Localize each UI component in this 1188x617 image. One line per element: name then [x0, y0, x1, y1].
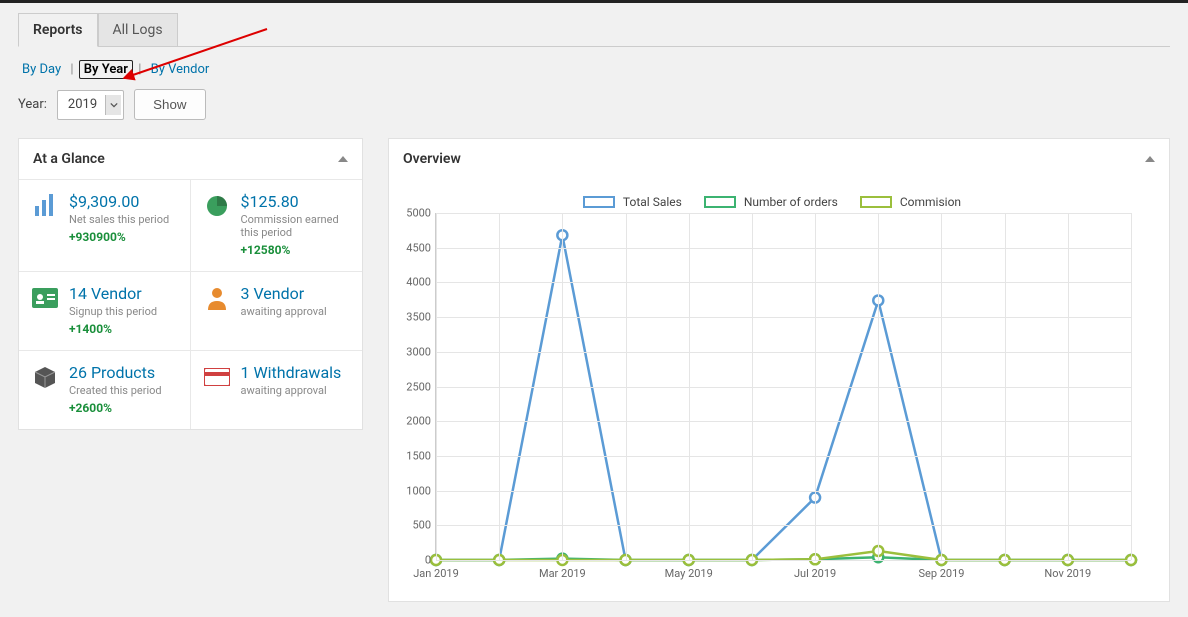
x-tick: Mar 2019	[539, 567, 586, 580]
glance-cell[interactable]: $125.80 Commission earned this period +125…	[191, 179, 363, 271]
tab-all-logs[interactable]: All Logs	[98, 13, 178, 47]
panel-title: At a Glance	[33, 151, 105, 167]
glance-delta: +2600%	[69, 401, 162, 415]
filter-by-day[interactable]: By Day	[18, 60, 65, 79]
tab-reports[interactable]: Reports	[18, 13, 98, 47]
y-tick: 1000	[396, 484, 431, 497]
glance-delta: +1400%	[69, 322, 157, 336]
chart-legend: Total Sales Number of orders Commision	[393, 189, 1151, 213]
y-tick: 3000	[396, 345, 431, 358]
year-value: 2019	[68, 97, 97, 112]
y-tick: 4000	[396, 276, 431, 289]
y-tick: 3500	[396, 311, 431, 324]
filter-by-year[interactable]: By Year	[79, 60, 133, 79]
x-tick: Sep 2019	[918, 567, 964, 580]
filter-links: By Day | By Year | By Vendor	[18, 62, 1170, 77]
glance-cell[interactable]: 14 Vendor Signup this period +1400%	[19, 271, 191, 350]
x-tick: May 2019	[665, 567, 713, 580]
chevron-down-icon	[105, 95, 121, 115]
legend-total-sales[interactable]: Total Sales	[583, 195, 682, 209]
glance-sub: Net sales this period	[69, 213, 169, 226]
glance-cell[interactable]: 3 Vendor awaiting approval	[191, 271, 363, 350]
glance-cell[interactable]: $9,309.00 Net sales this period +930900%	[19, 179, 191, 271]
glance-delta: +930900%	[69, 230, 169, 244]
id-card-icon	[31, 284, 59, 312]
y-tick: 1500	[396, 449, 431, 462]
y-tick: 5000	[396, 207, 431, 220]
x-tick: Jul 2019	[794, 567, 836, 580]
user-icon	[203, 284, 231, 312]
glance-title: 1 Withdrawals	[241, 363, 342, 382]
y-tick: 0	[396, 554, 431, 567]
pie-chart-icon	[203, 192, 231, 220]
panel-title: Overview	[403, 151, 461, 167]
glance-title: 3 Vendor	[241, 284, 327, 303]
glance-sub: awaiting approval	[241, 384, 342, 397]
x-tick: Nov 2019	[1044, 567, 1091, 580]
glance-sub: awaiting approval	[241, 305, 327, 318]
year-label: Year:	[18, 97, 47, 112]
y-tick: 2500	[396, 380, 431, 393]
glance-cell[interactable]: 26 Products Created this period +2600%	[19, 350, 191, 429]
overview-panel: Overview Total Sales Number of orders	[388, 138, 1170, 602]
glance-title: $9,309.00	[69, 192, 169, 211]
y-tick: 500	[396, 519, 431, 532]
collapse-icon[interactable]	[1145, 156, 1155, 162]
y-tick: 4500	[396, 241, 431, 254]
at-a-glance-panel: At a Glance $9,309.00 Net sales this peri…	[18, 138, 363, 430]
bar-chart-icon	[31, 192, 59, 220]
filter-by-vendor[interactable]: By Vendor	[147, 60, 214, 79]
box-icon	[31, 363, 59, 391]
glance-cell[interactable]: 1 Withdrawals awaiting approval	[191, 350, 363, 429]
collapse-icon[interactable]	[338, 156, 348, 162]
year-select[interactable]: 2019	[57, 90, 124, 120]
glance-sub: Created this period	[69, 384, 162, 397]
glance-sub: Signup this period	[69, 305, 157, 318]
glance-delta: +12580%	[241, 243, 351, 257]
glance-title: 26 Products	[69, 363, 162, 382]
legend-commission[interactable]: Commision	[860, 195, 961, 209]
overview-chart[interactable]: 0500100015002000250030003500400045005000…	[435, 213, 1151, 583]
x-tick: Jan 2019	[413, 567, 459, 580]
legend-orders[interactable]: Number of orders	[704, 195, 838, 209]
glance-sub: Commission earned this period	[241, 213, 351, 239]
y-tick: 2000	[396, 415, 431, 428]
tabs: Reports All Logs	[18, 13, 1170, 47]
glance-title: $125.80	[241, 192, 351, 211]
show-button[interactable]: Show	[134, 89, 205, 120]
credit-card-icon	[203, 363, 231, 391]
glance-title: 14 Vendor	[69, 284, 157, 303]
